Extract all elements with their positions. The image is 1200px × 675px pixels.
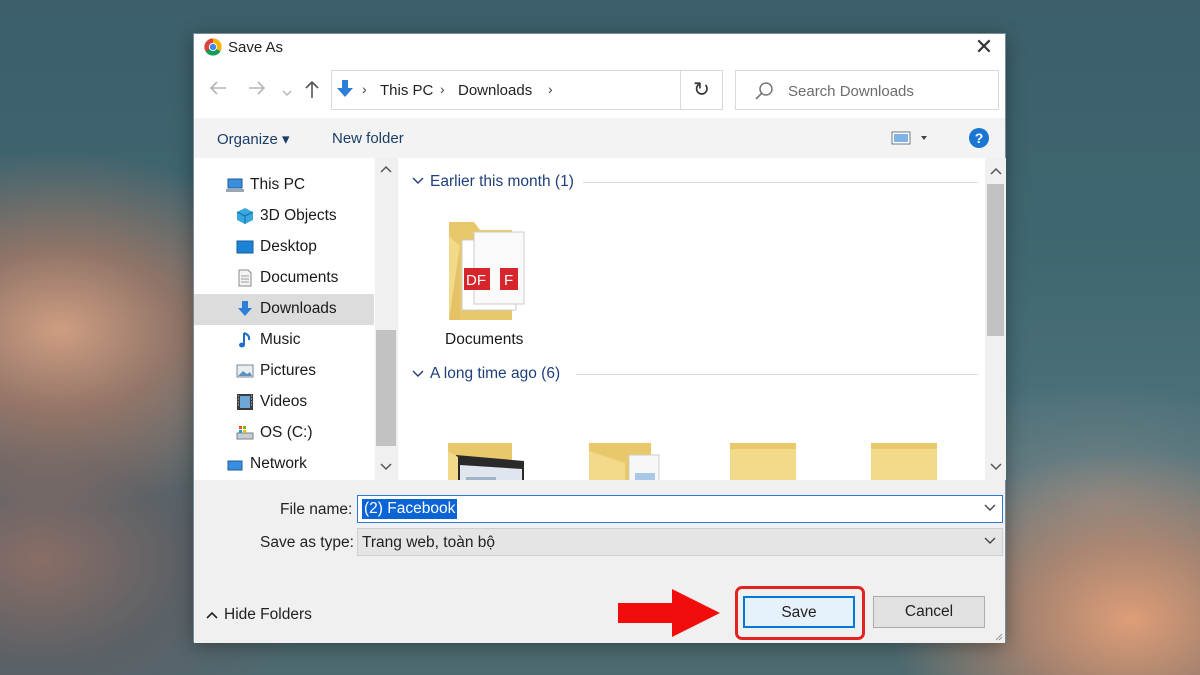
chevron-right-icon[interactable]: › xyxy=(548,81,553,97)
picture-icon xyxy=(236,364,254,378)
organize-menu-button[interactable]: Organize ▾ xyxy=(217,130,290,148)
save-form: File name: (2) Facebook Save as type: Tr… xyxy=(194,480,1005,643)
chevron-right-icon: › xyxy=(362,81,367,97)
document-icon xyxy=(238,269,252,287)
file-name-value: (2) Facebook xyxy=(362,499,458,519)
music-note-icon xyxy=(239,332,251,348)
drive-icon xyxy=(236,426,254,440)
folder-icon xyxy=(730,443,796,480)
save-as-type-select[interactable]: Trang web, toàn bộ xyxy=(357,528,1003,556)
chevron-right-icon: › xyxy=(440,81,445,97)
group-header-earlier-this-month[interactable]: Earlier this month (1) xyxy=(430,173,574,191)
view-options-icon[interactable] xyxy=(891,129,933,151)
download-arrow-icon xyxy=(337,80,353,97)
sidebar-item-desktop[interactable]: Desktop xyxy=(194,232,374,263)
new-folder-button[interactable]: New folder xyxy=(332,130,404,147)
network-icon xyxy=(227,460,243,471)
sidebar-item-documents[interactable]: Documents xyxy=(194,263,374,294)
chevron-down-icon[interactable] xyxy=(984,534,996,548)
sidebar-item-label: Music xyxy=(260,331,301,348)
folder-label: Documents xyxy=(445,331,524,348)
navigation-pane: This PC 3D Objects Desktop Documents Dow… xyxy=(194,158,397,480)
scrollbar-thumb[interactable] xyxy=(376,330,396,446)
back-arrow-icon[interactable] xyxy=(208,80,228,101)
folder-item[interactable] xyxy=(589,443,669,480)
sidebar-item-label: Network xyxy=(250,455,307,472)
folder-with-images-icon xyxy=(448,443,524,480)
svg-text:DF: DF xyxy=(466,272,486,289)
sidebar-item-label: Downloads xyxy=(260,300,337,317)
svg-text:F: F xyxy=(504,272,513,289)
red-arrow-annotation xyxy=(618,589,720,637)
title-bar: Save As ✕ xyxy=(194,34,1005,61)
dialog-title: Save As xyxy=(228,39,284,56)
forward-arrow-icon[interactable] xyxy=(247,80,267,101)
folder-item[interactable] xyxy=(448,443,528,480)
navigation-scrollbar[interactable] xyxy=(375,158,397,480)
search-placeholder: Search Downloads xyxy=(788,83,914,100)
search-box[interactable]: Search Downloads xyxy=(735,70,999,110)
sidebar-item-network[interactable]: Network xyxy=(194,449,374,480)
group-collapse-chevron-icon[interactable] xyxy=(412,370,424,378)
cube-icon xyxy=(236,208,254,224)
desktop-icon xyxy=(236,240,254,254)
scroll-up-icon[interactable] xyxy=(380,162,392,176)
breadcrumb-this-pc[interactable]: This PC xyxy=(380,82,433,99)
computer-icon xyxy=(226,178,244,192)
scroll-down-icon[interactable] xyxy=(990,460,1002,474)
refresh-icon[interactable]: ↻ xyxy=(680,70,723,110)
folder-icon xyxy=(871,443,937,480)
command-toolbar: Organize ▾ New folder ? xyxy=(194,118,1005,158)
file-list-scrollbar[interactable] xyxy=(985,158,1006,480)
search-icon xyxy=(755,82,773,100)
group-collapse-chevron-icon[interactable] xyxy=(412,177,424,185)
sidebar-item-label: Documents xyxy=(260,269,339,286)
sidebar-item-label: This PC xyxy=(250,176,306,193)
file-name-label: File name: xyxy=(280,501,353,518)
scroll-up-icon[interactable] xyxy=(990,164,1002,178)
film-icon xyxy=(237,394,253,410)
file-name-input[interactable]: (2) Facebook xyxy=(357,495,1003,523)
chrome-icon xyxy=(204,38,222,56)
save-as-dialog: Save As ✕ › This PC › Downloads › ↻ Sear… xyxy=(193,33,1006,643)
file-list-pane: Earlier this month (1) DF F Documents A … xyxy=(397,158,985,480)
folder-item[interactable] xyxy=(871,443,951,480)
folder-documents[interactable]: DF F xyxy=(446,210,530,330)
help-icon[interactable]: ? xyxy=(969,128,989,148)
sidebar-item-label: Videos xyxy=(260,393,308,410)
recent-locations-chevron-down-icon[interactable] xyxy=(281,82,293,103)
sidebar-item-downloads[interactable]: Downloads xyxy=(194,294,374,325)
sidebar-item-pictures[interactable]: Pictures xyxy=(194,356,374,387)
save-as-type-value: Trang web, toàn bộ xyxy=(362,534,495,551)
sidebar-item-3d-objects[interactable]: 3D Objects xyxy=(194,201,374,232)
close-icon[interactable]: ✕ xyxy=(971,35,997,59)
chevron-down-icon[interactable] xyxy=(984,501,996,515)
sidebar-item-label: OS (C:) xyxy=(260,424,313,441)
save-button[interactable]: Save xyxy=(743,596,855,628)
scrollbar-thumb[interactable] xyxy=(987,184,1004,336)
up-arrow-icon[interactable] xyxy=(304,79,320,104)
group-divider xyxy=(583,182,978,183)
sidebar-item-label: 3D Objects xyxy=(260,207,337,224)
sidebar-item-os-c[interactable]: OS (C:) xyxy=(194,418,374,449)
folder-with-pdf-icon: DF F xyxy=(449,222,525,320)
chevron-up-icon xyxy=(206,611,218,619)
group-header-a-long-time-ago[interactable]: A long time ago (6) xyxy=(430,365,560,383)
hide-folders-button[interactable]: Hide Folders xyxy=(206,606,312,624)
folder-item[interactable] xyxy=(730,443,810,480)
sidebar-item-label: Pictures xyxy=(260,362,316,379)
save-as-type-label: Save as type: xyxy=(260,534,354,551)
breadcrumb-downloads[interactable]: Downloads xyxy=(458,82,532,99)
folder-with-document-icon xyxy=(589,443,660,480)
scroll-down-icon[interactable] xyxy=(380,460,392,474)
sidebar-item-videos[interactable]: Videos xyxy=(194,387,374,418)
sidebar-item-label: Desktop xyxy=(260,238,317,255)
sidebar-item-music[interactable]: Music xyxy=(194,325,374,356)
resize-grip-icon[interactable] xyxy=(993,631,1003,641)
group-divider xyxy=(576,374,978,375)
download-icon xyxy=(238,301,252,316)
cancel-button[interactable]: Cancel xyxy=(873,596,985,628)
address-bar[interactable]: › This PC › Downloads › xyxy=(331,70,717,110)
sidebar-item-this-pc[interactable]: This PC xyxy=(194,170,374,201)
